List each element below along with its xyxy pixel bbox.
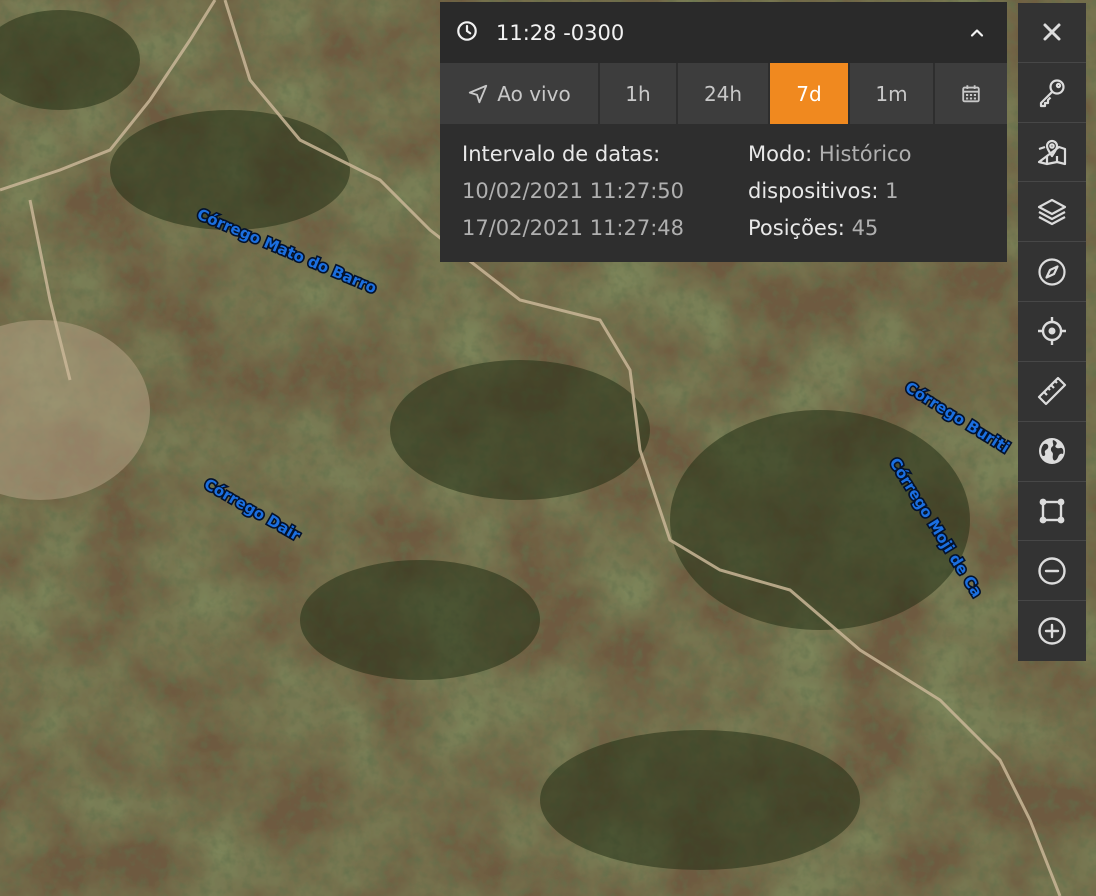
- locate-button[interactable]: [1018, 302, 1086, 362]
- compass-button[interactable]: [1018, 242, 1086, 303]
- range-24h-button[interactable]: 24h: [678, 63, 770, 124]
- range-1m-button[interactable]: 1m: [850, 63, 935, 124]
- time-panel-header: 11:28 -0300: [440, 2, 1007, 63]
- globe-button[interactable]: [1018, 422, 1086, 482]
- key-button[interactable]: [1018, 63, 1086, 123]
- range-live-button[interactable]: Ao vivo: [440, 63, 600, 124]
- time-range-selector: Ao vivo 1h 24h 7d 1m: [440, 63, 1007, 124]
- ruler-button[interactable]: [1018, 362, 1086, 422]
- polygon-icon: [1039, 498, 1065, 524]
- map-toolbar: [1018, 3, 1086, 661]
- range-1h-label: 1h: [625, 81, 651, 106]
- key-icon: [1039, 79, 1065, 108]
- interval-label: Intervalo de datas:: [462, 142, 661, 166]
- range-7d-button[interactable]: 7d: [770, 63, 850, 124]
- range-24h-label: 24h: [703, 81, 743, 106]
- current-time: 11:28 -0300: [496, 20, 625, 45]
- close-button[interactable]: [1018, 3, 1086, 63]
- compass-icon: [1038, 258, 1066, 286]
- devices-label: dispositivos:: [748, 179, 879, 203]
- range-7d-label: 7d: [796, 81, 822, 106]
- draw-polygon-button[interactable]: [1018, 482, 1086, 542]
- range-1h-button[interactable]: 1h: [600, 63, 678, 124]
- close-icon: [1043, 23, 1061, 41]
- map-pin-icon: [1037, 140, 1067, 166]
- mode-value: Histórico: [818, 142, 912, 166]
- ruler-icon: [1037, 377, 1067, 406]
- navigation-arrow-icon: [467, 83, 489, 105]
- interval-end: 17/02/2021 11:27:48: [462, 216, 685, 240]
- zoom-in-button[interactable]: [1018, 601, 1086, 661]
- interval-start: 10/02/2021 11:27:50: [462, 179, 685, 203]
- positions-label: Posições:: [748, 216, 845, 240]
- mode-label: Modo:: [748, 142, 813, 166]
- clock-icon: [456, 20, 478, 46]
- zoom-out-icon: [1038, 557, 1066, 585]
- globe-icon: [1039, 438, 1065, 465]
- range-live-label: Ao vivo: [497, 81, 571, 106]
- map-pin-button[interactable]: [1018, 123, 1086, 183]
- time-range-panel: 11:28 -0300 Ao vivo 1h 24h 7d 1m Interva…: [440, 2, 1007, 262]
- layers-button[interactable]: [1018, 182, 1086, 243]
- crosshair-icon: [1038, 317, 1066, 346]
- chevron-up-icon[interactable]: [963, 19, 991, 47]
- zoom-in-icon: [1038, 617, 1066, 645]
- positions-value: 45: [851, 216, 879, 240]
- devices-value: 1: [885, 179, 899, 203]
- layers-icon: [1037, 198, 1067, 225]
- calendar-icon: [960, 83, 982, 105]
- range-1m-label: 1m: [875, 81, 908, 106]
- zoom-out-button[interactable]: [1018, 541, 1086, 602]
- range-calendar-button[interactable]: [935, 63, 1007, 124]
- time-range-info: Intervalo de datas: 10/02/2021 11:27:50 …: [440, 124, 1007, 247]
